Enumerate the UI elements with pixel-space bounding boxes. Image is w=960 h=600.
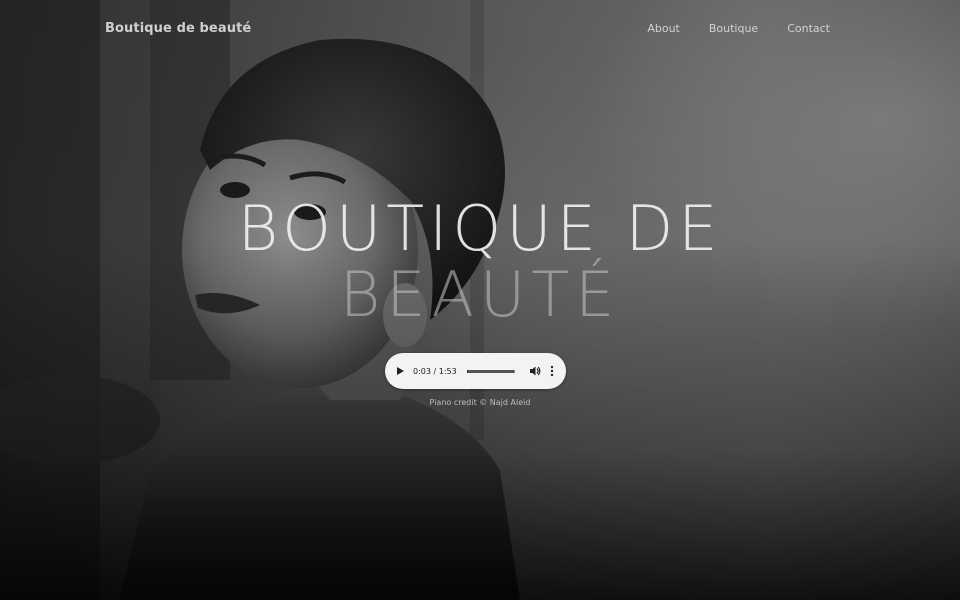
audio-time-display: 0:03 / 1:53 [413,366,457,376]
volume-icon[interactable] [529,365,541,377]
nav-link-contact[interactable]: Contact [787,22,830,35]
nav-link-about[interactable]: About [647,22,680,35]
more-vertical-icon[interactable] [550,365,554,377]
audio-progress-slider[interactable] [466,369,515,373]
audio-player: 0:03 / 1:53 [385,353,566,389]
piano-credit: Piano credit © Najd Aleid [429,398,531,407]
audio-progress-fill [466,369,468,373]
play-icon[interactable] [397,367,404,375]
nav-links: About Boutique Contact [647,22,830,35]
hero-headline: BOUTIQUE DE BEAUTÉ [0,196,960,328]
brand-link[interactable]: Boutique de beauté [105,21,251,36]
nav-link-boutique[interactable]: Boutique [709,22,758,35]
top-navigation: Boutique de beauté About Boutique Contac… [0,0,960,56]
headline-line-2: BEAUTÉ [339,258,621,331]
headline-line-1: BOUTIQUE DE [237,192,723,265]
